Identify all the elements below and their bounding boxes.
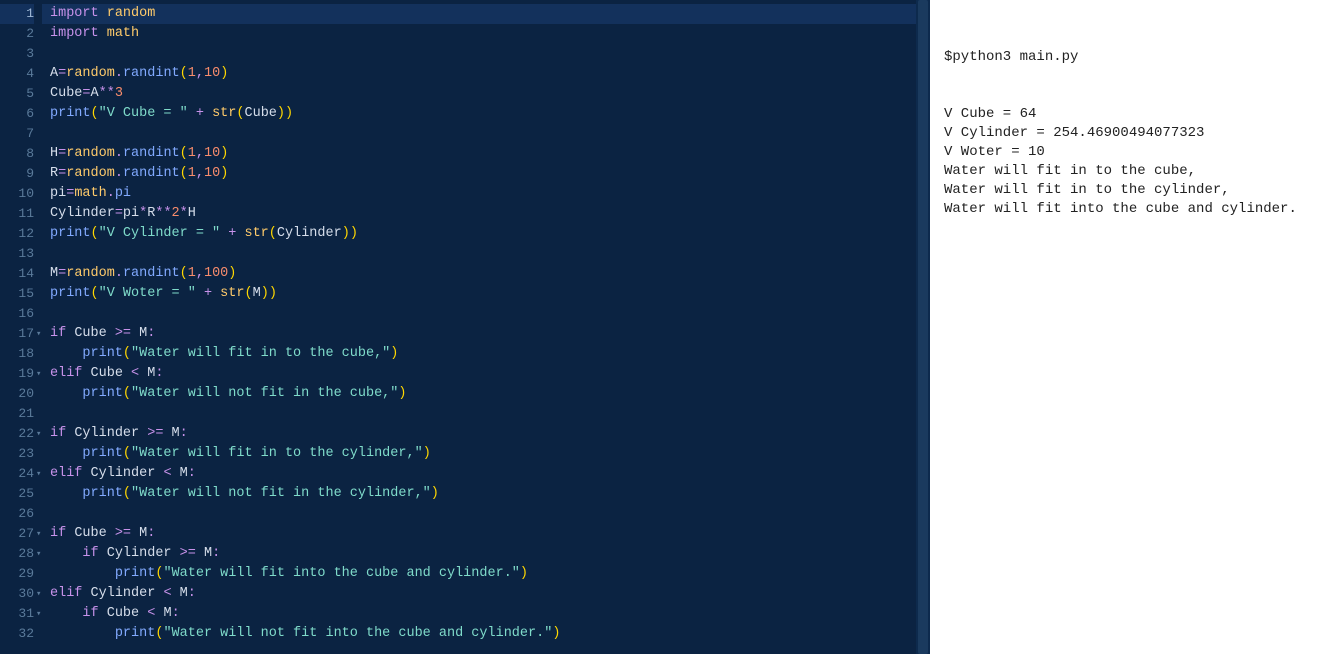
code-line[interactable] bbox=[42, 304, 916, 324]
line-number: 7 bbox=[0, 124, 34, 144]
line-number: 1 bbox=[0, 4, 34, 24]
line-number: 19 bbox=[0, 364, 34, 384]
line-number: 9 bbox=[0, 164, 34, 184]
line-number: 17 bbox=[0, 324, 34, 344]
code-line[interactable]: import math bbox=[42, 24, 916, 44]
line-number: 27 bbox=[0, 524, 34, 544]
line-number: 28 bbox=[0, 544, 34, 564]
code-line[interactable]: print("Water will not fit in the cube,") bbox=[42, 384, 916, 404]
code-line[interactable]: print("Water will fit into the cube and … bbox=[42, 564, 916, 584]
code-line[interactable]: print("V Cylinder = " + str(Cylinder)) bbox=[42, 224, 916, 244]
terminal-command: $python3 main.py bbox=[944, 48, 1329, 67]
code-line[interactable] bbox=[42, 44, 916, 64]
fold-chevron-icon[interactable]: ▾ bbox=[36, 424, 41, 444]
code-line[interactable]: print("Water will fit in to the cylinder… bbox=[42, 444, 916, 464]
scrollbar-thumb[interactable] bbox=[918, 0, 928, 654]
fold-chevron-icon[interactable]: ▾ bbox=[36, 584, 41, 604]
line-number: 21 bbox=[0, 404, 34, 424]
fold-chevron-icon[interactable]: ▾ bbox=[36, 364, 41, 384]
code-line[interactable]: if Cylinder >= M: bbox=[42, 424, 916, 444]
code-line[interactable]: if Cube >= M: bbox=[42, 524, 916, 544]
line-number: 24 bbox=[0, 464, 34, 484]
line-number: 23 bbox=[0, 444, 34, 464]
line-number: 14 bbox=[0, 264, 34, 284]
code-line[interactable]: import random bbox=[42, 4, 916, 24]
line-number: 26 bbox=[0, 504, 34, 524]
fold-chevron-icon[interactable]: ▾ bbox=[36, 524, 41, 544]
code-line[interactable]: elif Cube < M: bbox=[42, 364, 916, 384]
editor-scrollbar[interactable] bbox=[916, 0, 930, 654]
code-line[interactable]: pi=math.pi bbox=[42, 184, 916, 204]
terminal-line: Water will fit into the cube and cylinde… bbox=[944, 200, 1329, 219]
line-number: 29 bbox=[0, 564, 34, 584]
code-line[interactable]: if Cube >= M: bbox=[42, 324, 916, 344]
line-number: 2 bbox=[0, 24, 34, 44]
code-line[interactable] bbox=[42, 404, 916, 424]
terminal-line: V Cube = 64 bbox=[944, 105, 1329, 124]
line-number: 3 bbox=[0, 44, 34, 64]
code-line[interactable]: if Cube < M: bbox=[42, 604, 916, 624]
code-line[interactable]: A=random.randint(1,10) bbox=[42, 64, 916, 84]
code-line[interactable]: Cube=A**3 bbox=[42, 84, 916, 104]
terminal-line: Water will fit in to the cylinder, bbox=[944, 181, 1329, 200]
fold-chevron-icon[interactable]: ▾ bbox=[36, 604, 41, 624]
code-line[interactable]: print("Water will fit in to the cube,") bbox=[42, 344, 916, 364]
line-number: 6 bbox=[0, 104, 34, 124]
line-number: 18 bbox=[0, 344, 34, 364]
line-number: 10 bbox=[0, 184, 34, 204]
line-number: 13 bbox=[0, 244, 34, 264]
code-line[interactable]: print("V Cube = " + str(Cube)) bbox=[42, 104, 916, 124]
code-line[interactable]: elif Cylinder < M: bbox=[42, 464, 916, 484]
line-number: 20 bbox=[0, 384, 34, 404]
code-line[interactable]: print("Water will not fit in the cylinde… bbox=[42, 484, 916, 504]
code-line[interactable] bbox=[42, 504, 916, 524]
line-number: 4 bbox=[0, 64, 34, 84]
code-editor[interactable]: 1234567891011121314151617181920212223242… bbox=[0, 0, 930, 654]
fold-chevron-icon[interactable]: ▾ bbox=[36, 464, 41, 484]
code-line[interactable]: R=random.randint(1,10) bbox=[42, 164, 916, 184]
code-line[interactable]: Cylinder=pi*R**2*H bbox=[42, 204, 916, 224]
line-number: 30 bbox=[0, 584, 34, 604]
line-number: 11 bbox=[0, 204, 34, 224]
terminal-lines: V Cube = 64V Cylinder = 254.469004940773… bbox=[944, 105, 1329, 219]
code-line[interactable]: print("Water will not fit into the cube … bbox=[42, 624, 916, 644]
code-line[interactable]: elif Cylinder < M: bbox=[42, 584, 916, 604]
line-number: 31 bbox=[0, 604, 34, 624]
terminal-line: V Cylinder = 254.46900494077323 bbox=[944, 124, 1329, 143]
fold-chevron-icon[interactable]: ▾ bbox=[36, 324, 41, 344]
terminal-line: Water will fit in to the cube, bbox=[944, 162, 1329, 181]
code-content[interactable]: import randomimport math A=random.randint… bbox=[42, 0, 916, 654]
line-number: 22 bbox=[0, 424, 34, 444]
code-line[interactable]: M=random.randint(1,100) bbox=[42, 264, 916, 284]
code-line[interactable] bbox=[42, 124, 916, 144]
code-line[interactable]: print("V Woter = " + str(M)) bbox=[42, 284, 916, 304]
terminal-output[interactable]: $python3 main.py V Cube = 64V Cylinder =… bbox=[930, 0, 1343, 654]
terminal-line: V Woter = 10 bbox=[944, 143, 1329, 162]
code-line[interactable]: H=random.randint(1,10) bbox=[42, 144, 916, 164]
line-number: 12 bbox=[0, 224, 34, 244]
line-number: 32 bbox=[0, 624, 34, 644]
code-line[interactable]: if Cylinder >= M: bbox=[42, 544, 916, 564]
fold-chevron-icon[interactable]: ▾ bbox=[36, 544, 41, 564]
line-number: 16 bbox=[0, 304, 34, 324]
code-line[interactable] bbox=[42, 244, 916, 264]
line-number: 15 bbox=[0, 284, 34, 304]
line-number: 25 bbox=[0, 484, 34, 504]
line-number: 8 bbox=[0, 144, 34, 164]
line-number: 5 bbox=[0, 84, 34, 104]
